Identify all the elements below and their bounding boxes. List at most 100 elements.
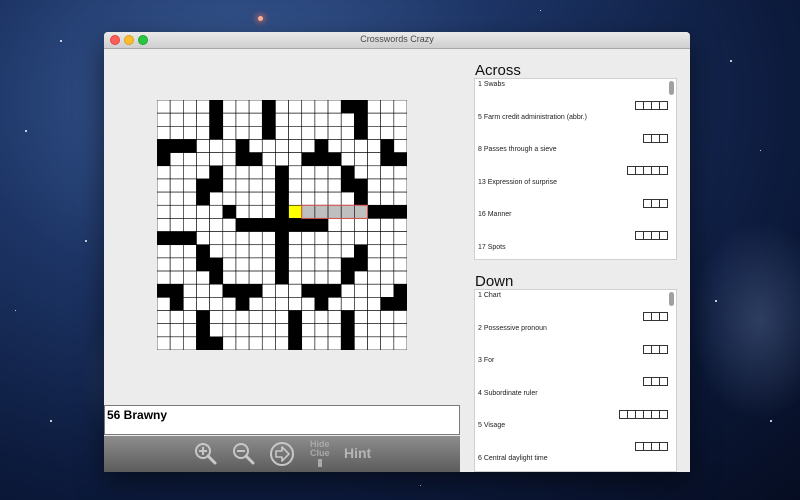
grid-cell[interactable] (169, 112, 184, 127)
grid-cell[interactable] (169, 218, 184, 232)
grid-cell[interactable] (314, 178, 329, 193)
grid-cell[interactable] (340, 112, 355, 127)
grid-cell[interactable] (248, 165, 263, 180)
grid-cell[interactable] (169, 126, 184, 140)
grid-cell[interactable] (209, 310, 224, 324)
grid-cell[interactable] (235, 244, 250, 259)
grid-cell[interactable] (301, 323, 316, 338)
grid-cell[interactable] (327, 218, 342, 232)
grid-cell[interactable] (157, 204, 171, 219)
grid-cell[interactable] (314, 126, 329, 140)
grid-cell[interactable] (380, 336, 395, 350)
grid-cell[interactable] (354, 218, 368, 232)
grid-cell[interactable] (196, 283, 210, 298)
grid-cell[interactable] (314, 310, 329, 324)
grid-cell[interactable] (222, 112, 237, 127)
grid-cell[interactable] (157, 191, 171, 206)
grid-cell[interactable] (196, 112, 210, 127)
grid-cell[interactable] (248, 257, 263, 272)
grid-cell[interactable] (209, 283, 224, 298)
grid-cell[interactable] (367, 178, 381, 193)
grid-cell[interactable] (393, 270, 407, 285)
grid-cell[interactable] (222, 244, 237, 259)
grid-cell[interactable] (367, 139, 381, 153)
grid-cell[interactable] (354, 336, 368, 350)
grid-cell[interactable] (261, 283, 276, 298)
grid-cell[interactable] (248, 112, 263, 127)
grid-cell[interactable] (288, 100, 303, 114)
grid-cell[interactable] (248, 323, 263, 338)
grid-cell[interactable] (183, 165, 197, 180)
grid-cell[interactable] (261, 336, 276, 350)
grid-cell[interactable] (248, 178, 263, 193)
grid-cell[interactable] (314, 270, 329, 285)
grid-cell[interactable] (314, 244, 329, 259)
grid-cell[interactable] (157, 218, 171, 232)
grid-cell[interactable] (157, 112, 171, 127)
grid-cell[interactable] (183, 152, 197, 167)
grid-cell[interactable] (261, 297, 276, 311)
grid-cell[interactable] (235, 231, 250, 246)
grid-cell[interactable] (340, 231, 355, 246)
grid-cell[interactable] (314, 165, 329, 180)
grid-cell[interactable] (183, 310, 197, 324)
grid-cell[interactable] (248, 139, 263, 153)
across-clue-list[interactable]: 1 Swabs 5 Farm credit administration (abb… (474, 78, 677, 260)
across-clue-label[interactable]: 17 Spots (478, 244, 506, 251)
grid-cell[interactable] (196, 231, 210, 246)
grid-cell[interactable] (183, 126, 197, 140)
down-clue-label[interactable]: 4 Subordinate ruler (478, 390, 538, 397)
grid-cell[interactable] (288, 270, 303, 285)
grid-cell[interactable] (222, 323, 237, 338)
grid-cell[interactable] (261, 204, 276, 219)
grid-cell-highlighted[interactable] (327, 204, 342, 219)
grid-cell[interactable] (235, 100, 250, 114)
down-clue-label[interactable]: 2 Possessive pronoun (478, 325, 547, 332)
grid-cell[interactable] (288, 297, 303, 311)
across-clue-label[interactable]: 8 Passes through a sieve (478, 146, 557, 153)
grid-cell[interactable] (222, 310, 237, 324)
grid-cell[interactable] (393, 139, 407, 153)
grid-cell[interactable] (393, 336, 407, 350)
grid-cell[interactable] (261, 152, 276, 167)
grid-cell[interactable] (261, 270, 276, 285)
grid-cell[interactable] (261, 310, 276, 324)
grid-cell[interactable] (222, 257, 237, 272)
grid-cell[interactable] (235, 310, 250, 324)
grid-cell[interactable] (209, 139, 224, 153)
grid-cell[interactable] (301, 178, 316, 193)
grid-cell-selected[interactable] (288, 204, 303, 219)
grid-cell[interactable] (340, 126, 355, 140)
grid-cell[interactable] (327, 244, 342, 259)
grid-cell[interactable] (196, 270, 210, 285)
grid-cell[interactable] (209, 244, 224, 259)
grid-cell[interactable] (314, 257, 329, 272)
grid-cell[interactable] (327, 178, 342, 193)
grid-cell[interactable] (393, 257, 407, 272)
grid-cell[interactable] (157, 323, 171, 338)
grid-cell[interactable] (196, 204, 210, 219)
across-clue-label[interactable]: 1 Swabs (478, 81, 505, 88)
grid-cell[interactable] (275, 100, 289, 114)
grid-cell[interactable] (327, 100, 342, 114)
down-clue-list[interactable]: 1 Chart 2 Possessive pronoun 3 For 4 Subord… (474, 289, 677, 472)
grid-cell[interactable] (261, 191, 276, 206)
grid-cell[interactable] (340, 283, 355, 298)
grid-cell[interactable] (340, 152, 355, 167)
across-clue-label[interactable]: 16 Manner (478, 211, 511, 218)
grid-cell[interactable] (354, 231, 368, 246)
grid-cell[interactable] (196, 152, 210, 167)
grid-cell[interactable] (157, 165, 171, 180)
grid-cell-highlighted[interactable] (354, 204, 368, 219)
grid-cell[interactable] (196, 297, 210, 311)
hint-button[interactable]: Hint (344, 445, 371, 461)
grid-cell[interactable] (380, 218, 395, 232)
grid-cell[interactable] (248, 191, 263, 206)
grid-cell[interactable] (327, 310, 342, 324)
grid-cell[interactable] (196, 165, 210, 180)
title-bar[interactable]: Crosswords Crazy (104, 32, 690, 49)
grid-cell[interactable] (157, 100, 171, 114)
grid-cell[interactable] (354, 323, 368, 338)
grid-cell[interactable] (196, 218, 210, 232)
grid-cell[interactable] (393, 100, 407, 114)
